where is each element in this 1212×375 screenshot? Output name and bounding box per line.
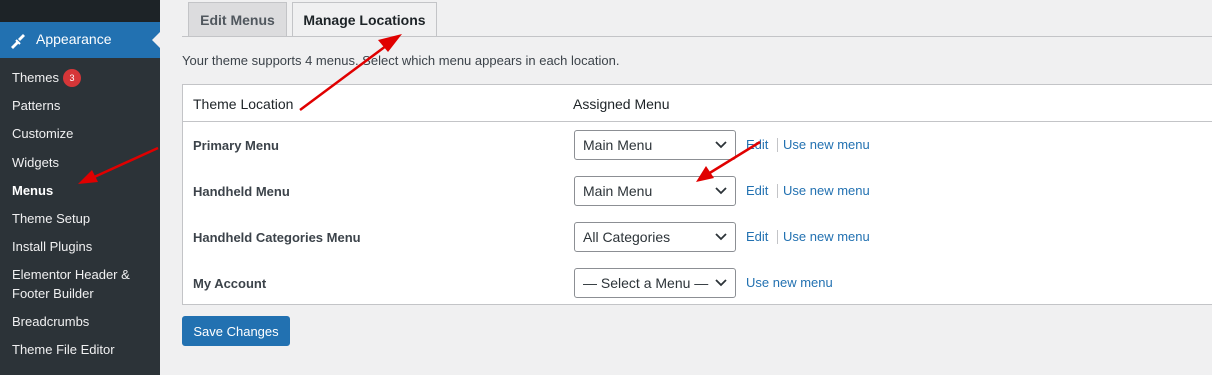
select-value: Main Menu <box>583 137 653 153</box>
location-label-handheld: Handheld Menu <box>193 184 290 199</box>
sidebar-top-strip <box>0 0 160 22</box>
location-label-my-account: My Account <box>193 276 267 291</box>
select-value: All Categories <box>583 229 671 245</box>
select-value: Main Menu <box>583 183 653 199</box>
tab-manage-locations[interactable]: Manage Locations <box>292 2 437 37</box>
primary-menu-select[interactable]: Main Menu <box>574 130 736 160</box>
submenu-item-label-line2: Footer Builder <box>12 286 94 301</box>
current-section-notch <box>152 32 160 48</box>
intro-text: Your theme supports 4 menus. Select whic… <box>182 53 620 68</box>
sidebar-section-label: Appearance <box>36 31 112 47</box>
link-separator <box>777 138 778 152</box>
submenu-item-label-line1: Elementor Header & <box>12 267 130 282</box>
header-theme-location: Theme Location <box>193 96 294 112</box>
submenu-item-theme-setup[interactable]: Theme Setup <box>12 209 90 228</box>
tab-edit-menus[interactable]: Edit Menus <box>188 2 287 36</box>
use-new-menu-link[interactable]: Use new menu <box>783 183 870 198</box>
save-changes-button[interactable]: Save Changes <box>182 316 290 346</box>
handheld-categories-select[interactable]: All Categories <box>574 222 736 252</box>
my-account-select[interactable]: — Select a Menu — <box>574 268 736 298</box>
select-value: — Select a Menu — <box>583 275 709 291</box>
chevron-down-icon <box>715 187 727 195</box>
chevron-down-icon <box>715 279 727 287</box>
use-new-menu-link[interactable]: Use new menu <box>783 137 870 152</box>
location-label-handheld-categories: Handheld Categories Menu <box>193 230 361 245</box>
submenu-item-breadcrumbs[interactable]: Breadcrumbs <box>12 312 89 331</box>
submenu-item-widgets[interactable]: Widgets <box>12 153 59 172</box>
submenu-item-themes[interactable]: Themes 3 <box>12 68 81 87</box>
submenu-item-elementor-header-footer[interactable]: Elementor Header & Footer Builder <box>12 265 130 303</box>
chevron-down-icon <box>715 141 727 149</box>
submenu-item-patterns[interactable]: Patterns <box>12 96 60 115</box>
sidebar-item-appearance[interactable]: Appearance <box>0 22 160 58</box>
submenu-item-menus[interactable]: Menus <box>12 181 53 200</box>
tab-divider <box>182 36 1212 37</box>
use-new-menu-link[interactable]: Use new menu <box>783 229 870 244</box>
edit-link[interactable]: Edit <box>746 137 768 152</box>
appearance-submenu: Themes 3 Patterns Customize Widgets Menus… <box>0 58 160 375</box>
handheld-menu-select[interactable]: Main Menu <box>574 176 736 206</box>
submenu-item-theme-file-editor[interactable]: Theme File Editor <box>12 340 115 359</box>
paintbrush-icon <box>11 34 25 49</box>
table-header: Theme Location Assigned Menu <box>183 85 1212 122</box>
link-separator <box>777 184 778 198</box>
location-label-primary: Primary Menu <box>193 138 279 153</box>
update-count-badge: 3 <box>62 69 81 87</box>
menu-locations-table: Theme Location Assigned Menu Primary Men… <box>182 84 1212 305</box>
link-separator <box>777 230 778 244</box>
use-new-menu-link[interactable]: Use new menu <box>746 275 833 290</box>
submenu-item-label: Themes <box>12 70 59 85</box>
submenu-item-install-plugins[interactable]: Install Plugins <box>12 237 92 256</box>
edit-link[interactable]: Edit <box>746 229 768 244</box>
header-assigned-menu: Assigned Menu <box>573 96 670 112</box>
chevron-down-icon <box>715 233 727 241</box>
edit-link[interactable]: Edit <box>746 183 768 198</box>
admin-sidebar: Appearance Themes 3 Patterns Customize Wi… <box>0 0 160 375</box>
submenu-item-customize[interactable]: Customize <box>12 124 73 143</box>
